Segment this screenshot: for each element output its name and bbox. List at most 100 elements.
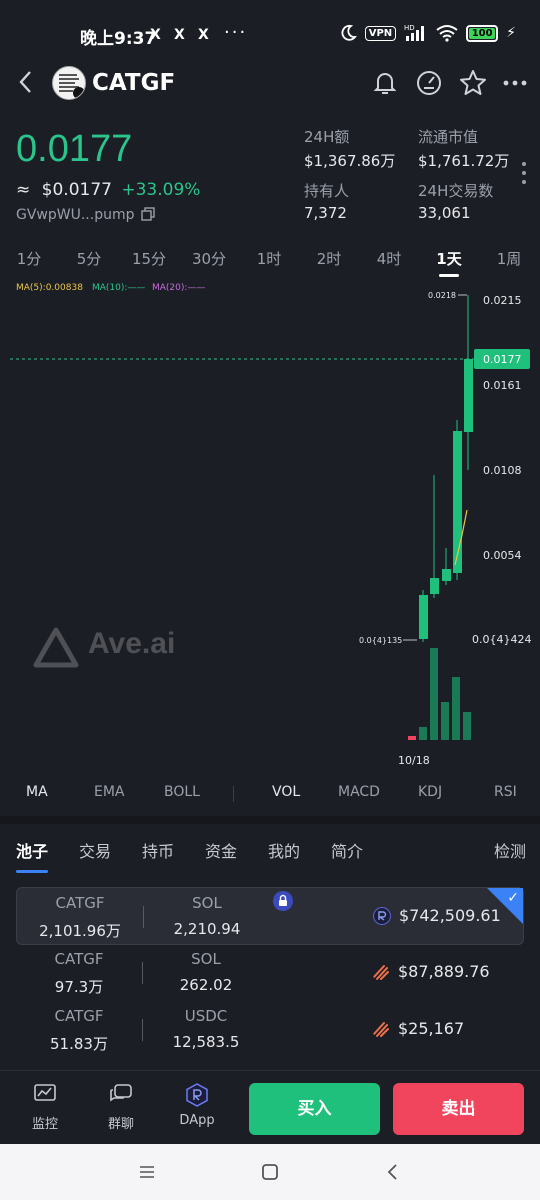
- stat-label-24h-volume: 24H额: [304, 128, 350, 146]
- x-app-icon: X: [174, 27, 185, 43]
- nav-chat[interactable]: 群聊: [96, 1083, 146, 1132]
- menu-icon[interactable]: [138, 1164, 156, 1180]
- copy-icon[interactable]: [141, 207, 155, 221]
- gauge-icon[interactable]: [414, 68, 444, 98]
- pool-token-a-name: CATGF: [55, 894, 105, 912]
- nav-dapp[interactable]: DApp: [172, 1083, 222, 1128]
- tab-holders[interactable]: 持币: [142, 838, 174, 862]
- interval-2h[interactable]: 2时: [304, 248, 354, 269]
- battery-icon: 100: [466, 24, 499, 42]
- indicator-rsi[interactable]: RSI: [494, 784, 517, 800]
- tab-intro[interactable]: 简介: [331, 838, 363, 862]
- pool-row[interactable]: CATGF 97.3万 SOL 262.02 $87,889.76: [16, 944, 524, 1002]
- low-marker-label: 0.0{4}135: [359, 636, 402, 645]
- status-time: 晚上9:37: [80, 29, 157, 49]
- token-header: CATGF: [0, 62, 540, 106]
- interval-1m[interactable]: 1分: [4, 248, 54, 269]
- candles: [419, 295, 473, 642]
- indicator-kdj[interactable]: KDJ: [418, 784, 442, 800]
- token-symbol: CATGF: [92, 70, 176, 96]
- interval-5m[interactable]: 5分: [64, 248, 114, 269]
- indicator-ema[interactable]: EMA: [94, 784, 125, 800]
- candlestick-chart[interactable]: MA(5):0.00838 MA(10):—— MA(20):—— Ave.ai…: [0, 280, 540, 770]
- interval-30m[interactable]: 30分: [184, 248, 234, 269]
- interval-4h[interactable]: 4时: [364, 248, 414, 269]
- home-icon[interactable]: [261, 1163, 279, 1181]
- pool-row[interactable]: CATGF 51.83万 USDC 12,583.5 $25,167: [16, 1001, 524, 1059]
- stat-value-24h-trades: 33,061: [418, 204, 471, 222]
- pool-token-a-amount: 51.83万: [50, 1035, 108, 1053]
- sell-button[interactable]: 卖出: [393, 1083, 524, 1135]
- stat-value-24h-volume: $1,367.86万: [304, 152, 396, 170]
- x-app-icon: X: [150, 27, 161, 43]
- tab-trades[interactable]: 交易: [79, 838, 111, 862]
- interval-1h[interactable]: 1时: [244, 248, 294, 269]
- star-icon[interactable]: [458, 68, 488, 98]
- approx-sign: ≈: [16, 180, 31, 200]
- pool-divider: [142, 1019, 143, 1041]
- tab-mine[interactable]: 我的: [268, 838, 300, 862]
- stats-more-icon[interactable]: [522, 162, 526, 189]
- tab-pools[interactable]: 池子: [16, 838, 48, 862]
- volume-bar: [408, 736, 416, 740]
- stat-label-market-cap: 流通市值: [418, 128, 479, 146]
- price-label: 0.0054: [483, 549, 522, 562]
- bell-icon[interactable]: [370, 68, 400, 98]
- tab-active-underline: [16, 870, 48, 873]
- interval-active-underline: [439, 274, 459, 277]
- volume-bar: [463, 712, 471, 740]
- volume-bar: [452, 677, 460, 740]
- current-price: 0.0177: [16, 128, 133, 170]
- raydium-icon: [373, 907, 391, 925]
- pool-row[interactable]: CATGF 2,101.96万 SOL 2,210.94 $742,509.61…: [16, 887, 524, 945]
- buy-button[interactable]: 买入: [249, 1083, 380, 1135]
- ma5-legend: MA(5):0.00838: [16, 283, 83, 293]
- tab-funds[interactable]: 资金: [205, 838, 237, 862]
- ave-ai-watermark: Ave.ai: [33, 627, 175, 668]
- x-app-icon: X: [198, 27, 209, 43]
- tab-check[interactable]: 检测: [494, 838, 526, 862]
- indicator-macd[interactable]: MACD: [338, 784, 380, 800]
- nav-monitor[interactable]: 监控: [20, 1083, 70, 1132]
- contract-address[interactable]: GVwpWU...pump: [16, 207, 155, 223]
- price-change: +33.09%: [121, 180, 201, 200]
- pool-liquidity: $87,889.76: [398, 962, 490, 981]
- date-axis-label: 10/18: [398, 754, 430, 767]
- volume-bar: [419, 727, 427, 740]
- pool-token-b-amount: 12,583.5: [172, 1033, 240, 1051]
- price-label: 0.0161: [483, 379, 522, 392]
- interval-15m[interactable]: 15分: [124, 248, 174, 269]
- indicator-vol[interactable]: VOL: [272, 784, 300, 800]
- interval-1w[interactable]: 1周: [484, 248, 534, 269]
- volume-bar: [430, 648, 438, 740]
- pool-token-b-name: SOL: [192, 894, 222, 912]
- pool-token-a-amount: 2,101.96万: [39, 922, 121, 940]
- volume-bar: [441, 702, 449, 740]
- indicator-tabs: MA EMA BOLL VOL MACD KDJ RSI: [0, 784, 540, 808]
- stat-value-holders: 7,372: [304, 204, 347, 222]
- token-avatar: [52, 66, 86, 100]
- check-icon: ✓: [507, 890, 519, 906]
- pool-token-b-amount: 262.02: [179, 976, 233, 994]
- back-nav-icon[interactable]: [384, 1163, 402, 1181]
- chat-icon: [110, 1084, 132, 1102]
- interval-1d[interactable]: 1天: [424, 248, 474, 269]
- indicator-boll[interactable]: BOLL: [164, 784, 200, 800]
- back-button[interactable]: [16, 68, 36, 103]
- section-divider: [0, 816, 540, 824]
- usd-price-row: ≈ $0.0177 +33.09%: [16, 180, 200, 200]
- more-notifications-icon: ···: [224, 22, 248, 43]
- system-navigation-bar: [0, 1144, 540, 1200]
- pool-liquidity: $742,509.61: [399, 906, 501, 925]
- indicator-ma[interactable]: MA: [26, 784, 48, 800]
- candle-body: [419, 595, 428, 639]
- more-options-icon[interactable]: [500, 68, 530, 98]
- section-tabs: 池子 交易 持币 资金 我的 简介 检测: [0, 834, 540, 878]
- pool-token-a-amount: 97.3万: [54, 978, 104, 996]
- stat-label-holders: 持有人: [304, 182, 350, 200]
- watermark-text: Ave.ai: [88, 627, 175, 660]
- stat-value-market-cap: $1,761.72万: [418, 152, 510, 170]
- candle-body: [442, 569, 451, 581]
- usd-price: $0.0177: [41, 180, 112, 200]
- pool-token-b-amount: 2,210.94: [173, 920, 241, 938]
